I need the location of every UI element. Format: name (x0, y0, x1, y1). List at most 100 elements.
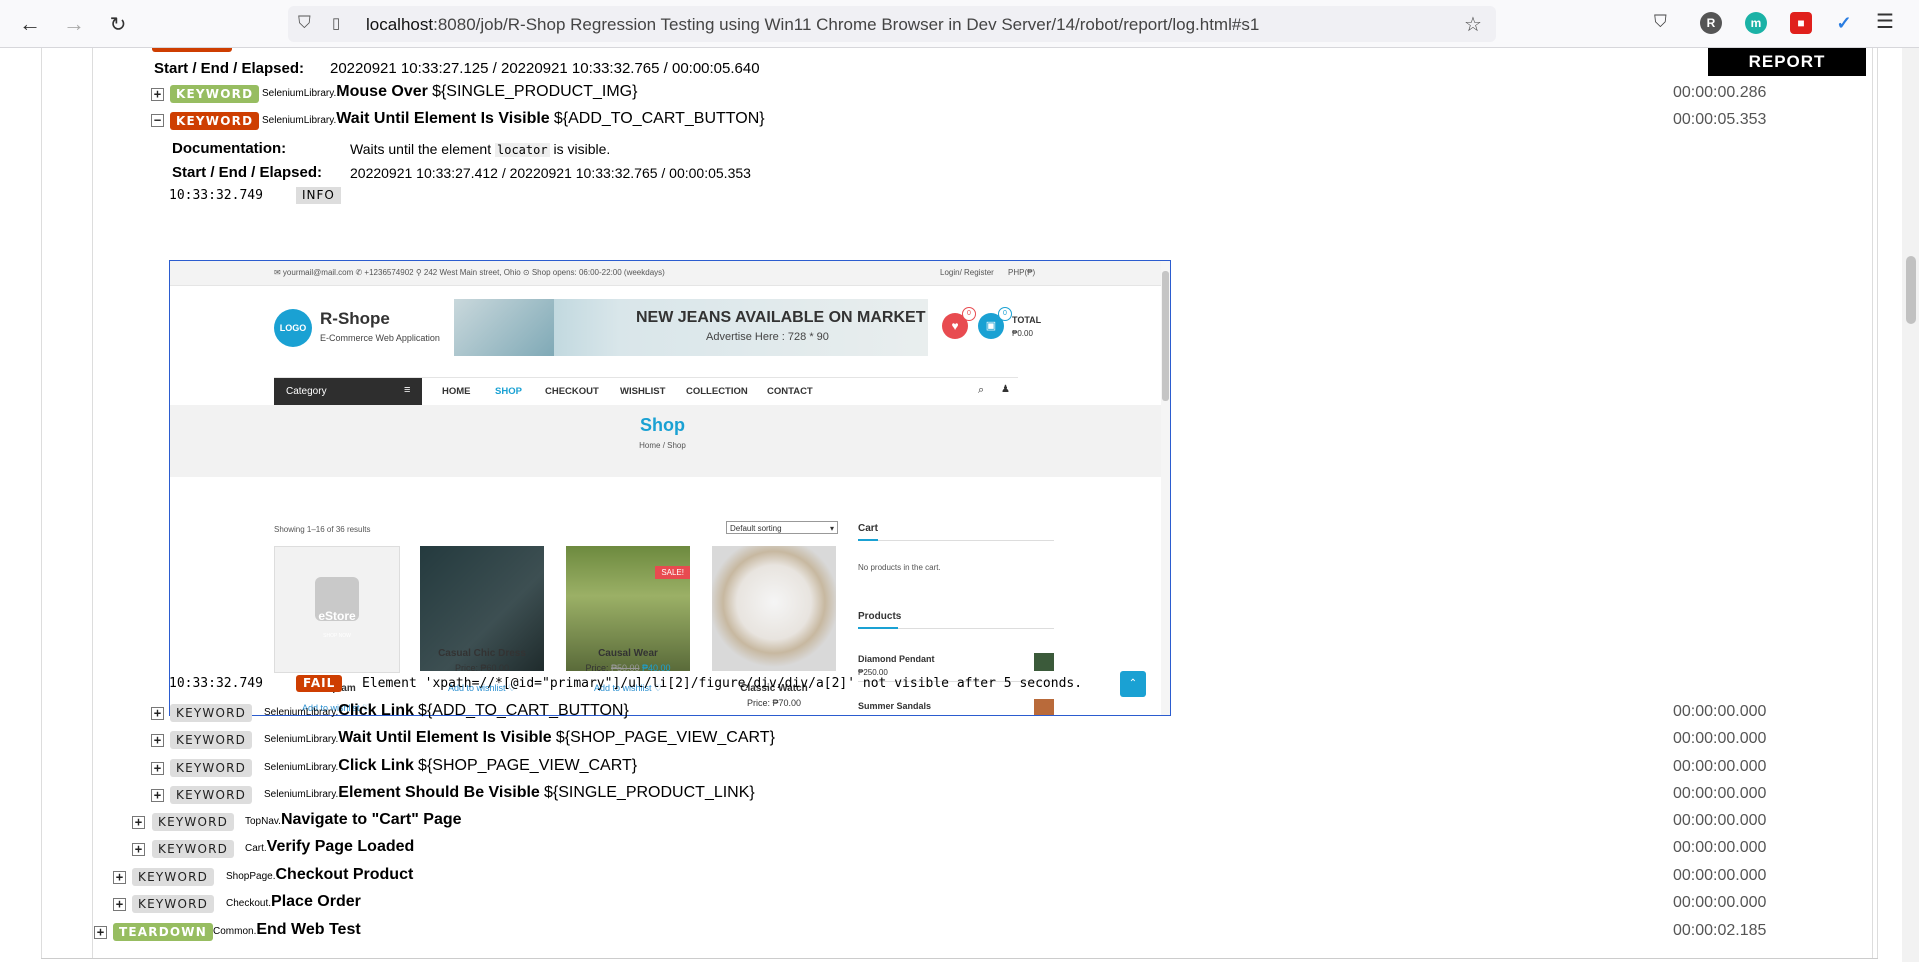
expand-toggle[interactable]: + (151, 88, 164, 101)
back-icon[interactable]: ← (16, 10, 44, 38)
keyword-badge: KEYWORD (170, 731, 253, 749)
expand-toggle[interactable]: + (113, 898, 126, 911)
failure-screenshot[interactable]: ✉ yourmail@mail.com ✆ +1236574902 ⚲ 242 … (169, 260, 1171, 716)
shot-topbar: ✉ yourmail@mail.com ✆ +1236574902 ⚲ 242 … (170, 261, 1170, 286)
shot-nav-item: COLLECTION (686, 386, 748, 397)
shot-side-product-thumb (1034, 699, 1054, 715)
documentation-text: Waits until the element locator is visib… (350, 141, 611, 157)
log-page: Start / End / Elapsed: 20220921 10:33:27… (0, 48, 1919, 962)
shot-nav-item: WISHLIST (620, 386, 666, 397)
report-button[interactable]: REPORT (1708, 48, 1866, 76)
forward-icon[interactable]: → (60, 10, 88, 38)
expand-toggle[interactable]: + (113, 871, 126, 884)
expand-toggle[interactable]: + (151, 762, 164, 775)
keyword-title[interactable]: SeleniumLibrary.Mouse Over ${SINGLE_PROD… (262, 83, 637, 101)
shot-tagline: E-Commerce Web Application (320, 333, 440, 343)
shot-cart-empty: No products in the cart. (858, 563, 941, 572)
shot-estore-text: eStore (318, 609, 356, 623)
keyword-title[interactable]: SeleniumLibrary.Click Link ${ADD_TO_CART… (264, 702, 629, 720)
profile-avatar[interactable]: R (1700, 12, 1722, 34)
keyword-elapsed: 00:00:00.000 (1673, 867, 1767, 884)
info-badge: INFO (296, 187, 341, 204)
url-bar[interactable]: ⛉ ▯ localhost:8080/job/R-Shop Regression… (288, 6, 1496, 42)
keyword-elapsed: 00:00:00.000 (1673, 839, 1767, 856)
adblock-icon[interactable]: ■ (1790, 12, 1812, 34)
shot-total-label: TOTAL (1012, 315, 1042, 325)
shot-nav-item: CHECKOUT (545, 386, 599, 397)
keyword-title[interactable]: TopNav.Navigate to "Cart" Page (245, 811, 462, 829)
keyword-title[interactable]: Checkout.Place Order (226, 893, 361, 911)
frame-border-inner (92, 48, 93, 958)
shot-page-title: Shop (640, 415, 685, 435)
keyword-badge: KEYWORD (152, 813, 235, 831)
fail-message: Element 'xpath=//*[@id="primary"]/ul/li[… (362, 676, 1083, 691)
teardown-badge: TEARDOWN (113, 923, 213, 941)
shot-total-value: ₱0.00 (1012, 329, 1033, 338)
start-end-label: Start / End / Elapsed: (172, 164, 323, 181)
expand-toggle[interactable]: + (151, 734, 164, 747)
expand-toggle[interactable]: + (151, 707, 164, 720)
keyword-title[interactable]: ShopPage.Checkout Product (226, 866, 413, 884)
expand-toggle[interactable]: + (132, 816, 145, 829)
shot-product-price: Price: ₱50.00 ₱40.00 (585, 663, 671, 673)
shot-menu-icon: ≡ (404, 384, 411, 396)
shield-icon[interactable]: ⛉ (298, 13, 311, 33)
shot-sale-badge: SALE! (655, 566, 690, 579)
keyword-title[interactable]: SeleniumLibrary.Element Should Be Visibl… (264, 784, 755, 802)
frame-bottom-border (41, 958, 1878, 959)
page-scrollbar[interactable] (1902, 48, 1919, 962)
shot-divider-accent (858, 539, 878, 541)
keyword-elapsed: 00:00:00.000 (1673, 785, 1767, 802)
message-timestamp: 10:33:32.749 (169, 676, 263, 691)
shot-banner-sub: Advertise Here : 728 * 90 (706, 331, 829, 343)
keyword-elapsed: 00:00:00.000 (1673, 730, 1767, 747)
shot-category: Category ≡ (274, 378, 422, 405)
menu-icon[interactable]: ☰ (1876, 9, 1894, 34)
bookmark-star-icon[interactable]: ☆ (1464, 12, 1482, 37)
keyword-badge: KEYWORD (132, 895, 215, 913)
collapse-toggle[interactable]: − (151, 114, 164, 127)
keyword-title[interactable]: Cart.Verify Page Loaded (245, 838, 414, 856)
keyword-title[interactable]: Common.End Web Test (213, 921, 361, 939)
shot-shop-now-text: SHOP NOW (323, 633, 351, 639)
fail-badge: FAIL (296, 675, 343, 692)
shot-nav-item: HOME (442, 386, 471, 397)
shot-nav-item: CONTACT (767, 386, 813, 397)
shot-sort-select: Default sorting ▾ (726, 521, 838, 534)
shot-page-header: Shop Home / Shop (170, 405, 1170, 477)
keyword-title[interactable]: SeleniumLibrary.Click Link ${SHOP_PAGE_V… (264, 757, 637, 775)
frame-border-right (1877, 48, 1878, 958)
shot-product-name: Causal Wear (598, 648, 658, 659)
keyword-title[interactable]: SeleniumLibrary.Wait Until Element Is Vi… (262, 110, 765, 128)
shot-side-product-name: Summer Sandals (858, 701, 932, 711)
shot-nav: Category ≡ HOME SHOP CHECKOUT WISHLIST C… (274, 377, 1018, 406)
start-end-label: Start / End / Elapsed: (154, 60, 305, 77)
keyword-title[interactable]: SeleniumLibrary.Wait Until Element Is Vi… (264, 729, 775, 747)
pocket-icon[interactable]: ⛉ (1654, 12, 1667, 32)
page-scrollbar-thumb[interactable] (1906, 256, 1916, 324)
start-end-value: 20220921 10:33:27.412 / 20220921 10:33:3… (350, 165, 751, 181)
shot-product-image: eStore SHOP NOW (274, 546, 400, 673)
extension-icon[interactable]: m (1745, 12, 1767, 34)
keyword-elapsed: 00:00:00.000 (1673, 812, 1767, 829)
keyword-badge: KEYWORD (132, 868, 215, 886)
shot-banner: NEW JEANS AVAILABLE ON MARKET Advertise … (454, 299, 928, 356)
keyword-badge: KEYWORD (170, 85, 260, 103)
keyword-elapsed: 00:00:00.000 (1673, 703, 1767, 720)
keyword-badge: KEYWORD (152, 840, 235, 858)
browser-toolbar: ← → ↻ ⛉ ▯ localhost:8080/job/R-Shop Regr… (0, 0, 1919, 48)
keyword-elapsed: 00:00:05.353 (1673, 111, 1767, 128)
check-extension-icon[interactable]: ✓ (1833, 12, 1855, 34)
expand-toggle[interactable]: + (151, 789, 164, 802)
reload-icon[interactable]: ↻ (104, 10, 132, 38)
shot-divider-accent (858, 627, 898, 629)
url-text[interactable]: localhost:8080/job/R-Shop Regression Tes… (366, 15, 1259, 35)
frame-border-inner-right (1872, 48, 1873, 958)
shot-product-price: Price: ₱60.00 (454, 663, 510, 673)
shot-products-widget-title: Products (858, 611, 902, 622)
expand-toggle[interactable]: + (132, 843, 145, 856)
expand-toggle[interactable]: + (94, 926, 107, 939)
keyword-elapsed: 00:00:02.185 (1673, 922, 1767, 939)
keyword-elapsed: 00:00:00.286 (1673, 84, 1767, 101)
frame-border-left (41, 48, 42, 958)
